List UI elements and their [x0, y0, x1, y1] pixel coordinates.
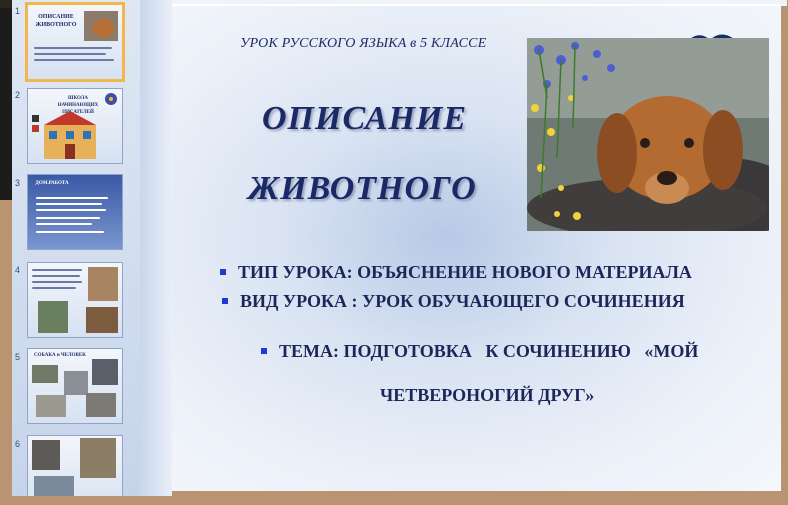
small-icon	[32, 115, 39, 122]
photo-icon	[36, 395, 66, 417]
bullet-list: ТИП УРОКА: ОБЪЯСНЕНИЕ НОВОГО МАТЕРИАЛА В…	[210, 262, 770, 414]
bullet-text: ВИД УРОКА : УРОК ОБУЧАЮЩЕГО СОЧИНЕНИЯ	[240, 291, 685, 311]
pane-divider	[140, 0, 172, 496]
bullet-text: ТЕМА: ПОДГОТОВКА К СОЧИНЕНИЮ «МОЙ	[279, 341, 699, 361]
slide-thumbnail-3[interactable]: ДОМ.РАБОТА	[27, 174, 123, 250]
text-line	[36, 209, 106, 211]
dog-photo-icon	[38, 301, 68, 333]
text-line	[36, 217, 100, 219]
photo-icon	[34, 476, 74, 496]
flower-icon	[105, 93, 117, 105]
dog-photo-icon	[86, 307, 118, 333]
text-line	[32, 287, 76, 289]
thumbnail-number: 4	[15, 265, 21, 275]
bullet-item: ТИП УРОКА: ОБЪЯСНЕНИЕ НОВОГО МАТЕРИАЛА	[210, 262, 770, 283]
text-line	[36, 197, 108, 199]
text-line	[36, 203, 102, 205]
dog-photo-icon	[527, 38, 769, 231]
main-slide[interactable]: УРОК РУССКОГО ЯЗЫКА в 5 КЛАССЕ ОПИСАНИЕ …	[172, 4, 781, 491]
bullet-marker-icon	[261, 347, 267, 354]
bullet-continuation: ЧЕТВЕРОНОГИЙ ДРУГ»	[210, 385, 770, 406]
bullet-item: ТЕМА: ПОДГОТОВКА К СОЧИНЕНИЮ «МОЙ	[210, 320, 770, 383]
text-line	[32, 281, 82, 283]
slide-thumbnail-1[interactable]: ОПИСАНИЕ ЖИВОТНОГО	[25, 2, 125, 82]
text-line	[34, 53, 106, 55]
slide-thumbnail-pane[interactable]: 1 ОПИСАНИЕ ЖИВОТНОГО 2 ШКОЛА НАЧИНАЮЩИХ …	[12, 0, 141, 496]
thumbnail-number: 2	[15, 90, 21, 100]
bullet-text: ЧЕТВЕРОНОГИЙ ДРУГ»	[380, 385, 595, 405]
bullet-marker-icon	[220, 268, 226, 275]
slide-thumbnail-5[interactable]: СОБАКА и ЧЕЛОВЕК	[27, 348, 123, 424]
slide-border	[172, 4, 781, 6]
photo-icon	[64, 371, 88, 395]
school-building-icon	[44, 111, 96, 159]
thumbnail-number: 3	[15, 178, 21, 188]
photo-icon	[32, 440, 60, 470]
dog-photo-icon	[88, 267, 118, 301]
slide-thumbnail-6[interactable]	[27, 435, 123, 496]
slide-subtitle: УРОК РУССКОГО ЯЗЫКА в 5 КЛАССЕ	[240, 36, 487, 51]
bullet-text: ТИП УРОКА: ОБЪЯСНЕНИЕ НОВОГО МАТЕРИАЛА	[238, 262, 692, 282]
thumbnail-number: 6	[15, 439, 21, 449]
small-icon	[32, 125, 39, 132]
thumbnail-number: 1	[15, 6, 21, 16]
text-line	[32, 275, 80, 277]
slide-thumbnail-2[interactable]: ШКОЛА НАЧИНАЮЩИХ ПИСАТЕЛЕЙ	[27, 88, 123, 164]
bullet-item: ВИД УРОКА : УРОК ОБУЧАЮЩЕГО СОЧИНЕНИЯ	[210, 291, 770, 312]
text-line	[36, 223, 92, 225]
dog-photo	[527, 38, 769, 231]
photo-icon	[86, 393, 116, 417]
bullet-marker-icon	[222, 297, 228, 304]
thumbnail-title: ОПИСАНИЕ ЖИВОТНОГО	[35, 14, 77, 28]
text-line	[34, 59, 114, 61]
dog-thumbnail-icon	[84, 11, 118, 41]
photo-icon	[80, 438, 116, 478]
thumbnail-title: ДОМ.РАБОТА	[35, 181, 69, 186]
slide-title-line-2: ЖИВОТНОГО	[248, 170, 477, 207]
photo-icon	[32, 365, 58, 383]
thumbnail-number: 5	[15, 352, 21, 362]
slide-thumbnail-4[interactable]	[27, 262, 123, 338]
photo-icon	[92, 359, 118, 385]
text-line	[32, 269, 82, 271]
slide-title-line-1: ОПИСАНИЕ	[262, 100, 468, 137]
thumbnail-title: СОБАКА и ЧЕЛОВЕК	[34, 353, 86, 358]
text-line	[36, 231, 104, 233]
text-line	[34, 47, 112, 49]
